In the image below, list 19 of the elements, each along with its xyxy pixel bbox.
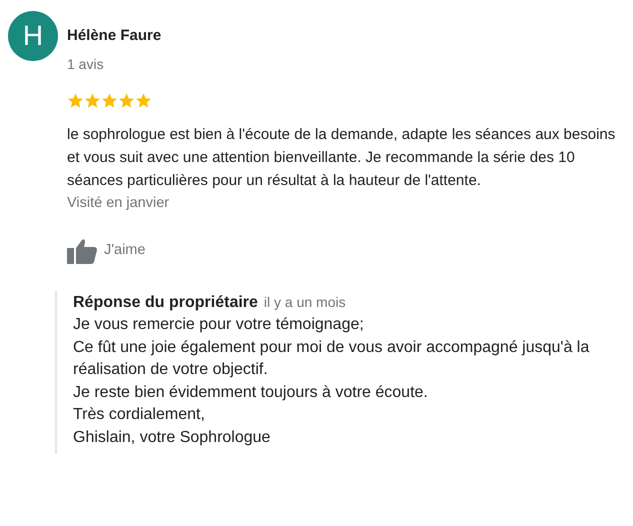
avatar: H <box>8 11 58 61</box>
response-title: Réponse du propriétaire <box>73 293 258 313</box>
like-button[interactable]: J'aime <box>67 238 146 264</box>
response-line: Je vous remercie pour votre témoignage; <box>73 315 365 335</box>
star-icon <box>118 92 135 108</box>
response-line: Très cordialement, <box>73 405 206 425</box>
response-line: Ce fût une joie également pour moi de vous avoir accompagné jusqu'à la réalisation de votre objectif. <box>73 338 590 380</box>
thumbs-up-icon <box>67 238 97 264</box>
response-line: Je reste bien évidemment toujours à votre écoute. <box>73 382 429 402</box>
star-icon <box>67 92 84 108</box>
response-line: Ghislain, votre Sophrologue <box>73 428 272 448</box>
star-icon <box>101 92 118 108</box>
visit-date: Visité en janvier <box>67 194 170 213</box>
author-name[interactable]: Hélène Faure <box>67 26 627 46</box>
response-time: il y a un mois <box>264 293 346 312</box>
review-count: 1 avis <box>67 55 105 74</box>
review-text: le sophrologue est bien à l'écoute de la demande, adapte les séances aux besoins et vous suit avec une attention bienveillante. Je recommande la série des 10 séances particulières pour un résultat à la hauteur de l'attente. <box>67 125 616 191</box>
star-icon <box>135 92 152 108</box>
star-icon <box>84 92 101 108</box>
